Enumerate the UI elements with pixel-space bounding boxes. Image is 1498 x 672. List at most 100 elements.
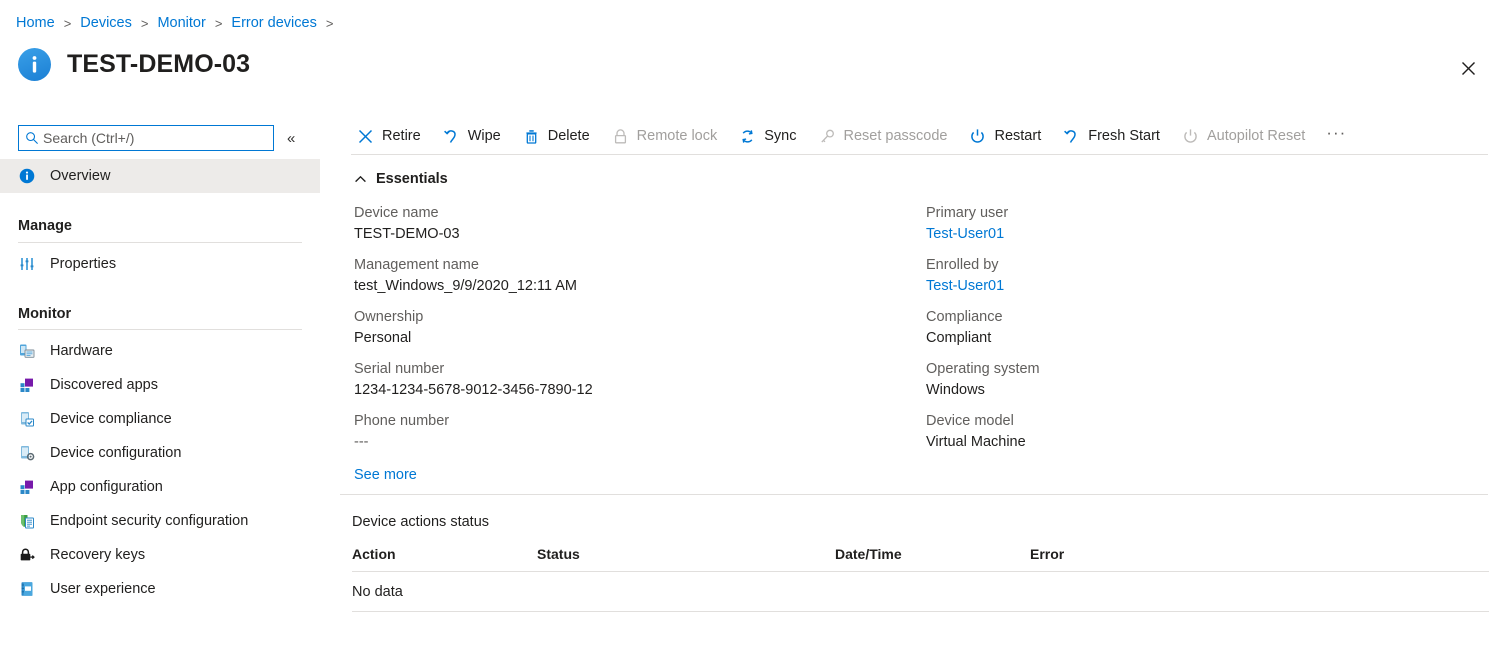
sidebar-item-label: App configuration: [50, 479, 163, 495]
main-content: Retire Wipe Delete: [338, 118, 1498, 672]
command-toolbar: Retire Wipe Delete: [338, 118, 1498, 154]
field-value: ---: [354, 432, 926, 453]
autopilot-reset-button[interactable]: Autopilot Reset: [1176, 121, 1310, 151]
info-circle-icon: [18, 167, 36, 185]
search-input[interactable]: [43, 127, 248, 149]
sidebar-item-properties[interactable]: Properties: [0, 247, 320, 281]
page-header: TEST-DEMO-03: [18, 48, 250, 81]
field-value: Personal: [354, 328, 926, 349]
sidebar-item-user-experience[interactable]: User experience: [0, 572, 320, 606]
command-label: Sync: [764, 128, 796, 144]
device-actions-table: Action Status Date/Time Error No data: [352, 546, 1489, 612]
sidebar-item-overview[interactable]: Overview: [0, 159, 320, 193]
field-label: Device name: [354, 203, 926, 224]
field-label: Serial number: [354, 359, 926, 380]
sidebar-item-label: Discovered apps: [50, 377, 158, 393]
field-ownership: Ownership Personal: [354, 307, 926, 349]
breadcrumb-item-devices[interactable]: Devices: [80, 15, 132, 31]
sidebar-group-title-monitor: Monitor: [0, 307, 320, 322]
info-circle-icon: [18, 48, 51, 81]
chevron-up-icon: [354, 173, 367, 186]
search-box[interactable]: [18, 125, 274, 151]
power-icon: [1181, 127, 1200, 146]
lock-key-icon: [18, 546, 36, 564]
column-header-error[interactable]: Error: [1030, 546, 1230, 562]
sidebar-item-label: Endpoint security configuration: [50, 513, 248, 529]
sidebar-item-label: Hardware: [50, 343, 113, 359]
field-value-link[interactable]: Test-User01: [926, 224, 1498, 245]
close-icon[interactable]: [1454, 54, 1482, 82]
notebook-icon: [18, 580, 36, 598]
field-serial-number: Serial number 1234-1234-5678-9012-3456-7…: [354, 359, 926, 401]
sidebar: « Overview Manage Properties Mo: [0, 118, 320, 672]
hardware-icon: [18, 342, 36, 360]
field-label: Device model: [926, 411, 1498, 432]
sidebar-item-hardware[interactable]: Hardware: [0, 334, 320, 368]
sync-button[interactable]: Sync: [733, 121, 801, 151]
device-gear-icon: [18, 444, 36, 462]
field-label: Operating system: [926, 359, 1498, 380]
command-label: Reset passcode: [844, 128, 948, 144]
sidebar-group-divider: [18, 329, 302, 330]
wipe-button[interactable]: Wipe: [437, 121, 506, 151]
collapse-sidebar-button[interactable]: «: [287, 131, 295, 146]
command-label: Delete: [548, 128, 590, 144]
essentials-section-toggle[interactable]: Essentials: [354, 171, 1498, 187]
device-actions-title: Device actions status: [352, 514, 1498, 530]
sidebar-item-label: Properties: [50, 256, 116, 272]
essentials-left-column: Device name TEST-DEMO-03 Management name…: [354, 203, 926, 463]
page-title: TEST-DEMO-03: [67, 50, 250, 79]
column-header-action[interactable]: Action: [352, 546, 537, 562]
device-check-icon: [18, 410, 36, 428]
sidebar-item-discovered-apps[interactable]: Discovered apps: [0, 368, 320, 402]
field-operating-system: Operating system Windows: [926, 359, 1498, 401]
sidebar-item-app-configuration[interactable]: App configuration: [0, 470, 320, 504]
breadcrumb-separator-icon: >: [64, 16, 72, 31]
essentials-right-column: Primary user Test-User01 Enrolled by Tes…: [926, 203, 1498, 463]
essentials-divider: [340, 494, 1488, 495]
breadcrumb: Home > Devices > Monitor > Error devices…: [16, 15, 342, 31]
sidebar-item-endpoint-security-configuration[interactable]: Endpoint security configuration: [0, 504, 320, 538]
sidebar-item-label: Recovery keys: [50, 547, 145, 563]
breadcrumb-item-error-devices[interactable]: Error devices: [231, 15, 316, 31]
field-label: Management name: [354, 255, 926, 276]
see-more-link[interactable]: See more: [354, 467, 417, 483]
delete-button[interactable]: Delete: [517, 121, 595, 151]
sync-icon: [738, 127, 757, 146]
field-value: Windows: [926, 380, 1498, 401]
command-label: Autopilot Reset: [1207, 128, 1305, 144]
sidebar-item-recovery-keys[interactable]: Recovery keys: [0, 538, 320, 572]
field-value: test_Windows_9/9/2020_12:11 AM: [354, 276, 926, 297]
undo-arrow-icon: [1062, 127, 1081, 146]
essentials-title: Essentials: [376, 171, 448, 187]
sidebar-item-label: Device configuration: [50, 445, 181, 461]
restart-button[interactable]: Restart: [963, 121, 1046, 151]
command-label: Wipe: [468, 128, 501, 144]
sidebar-item-label: User experience: [50, 581, 156, 597]
sidebar-group-title-manage: Manage: [0, 219, 320, 234]
field-compliance: Compliance Compliant: [926, 307, 1498, 349]
breadcrumb-item-home[interactable]: Home: [16, 15, 55, 31]
reset-passcode-button[interactable]: Reset passcode: [813, 121, 953, 151]
sidebar-item-device-compliance[interactable]: Device compliance: [0, 402, 320, 436]
retire-button[interactable]: Retire: [351, 121, 426, 151]
column-header-date-time[interactable]: Date/Time: [835, 546, 1030, 562]
breadcrumb-item-monitor[interactable]: Monitor: [157, 15, 205, 31]
field-value: Virtual Machine: [926, 432, 1498, 453]
column-header-status[interactable]: Status: [537, 546, 835, 562]
sidebar-item-device-configuration[interactable]: Device configuration: [0, 436, 320, 470]
field-value: TEST-DEMO-03: [354, 224, 926, 245]
more-commands-button[interactable]: ···: [1321, 121, 1351, 151]
field-device-name: Device name TEST-DEMO-03: [354, 203, 926, 245]
toolbar-divider: [351, 154, 1488, 155]
command-label: Restart: [994, 128, 1041, 144]
field-label: Compliance: [926, 307, 1498, 328]
sidebar-search-row: «: [0, 118, 320, 151]
field-label: Phone number: [354, 411, 926, 432]
field-value-link[interactable]: Test-User01: [926, 276, 1498, 297]
fresh-start-button[interactable]: Fresh Start: [1057, 121, 1165, 151]
key-icon: [818, 127, 837, 146]
apps-tiles-icon: [18, 478, 36, 496]
empty-state-label: No data: [352, 584, 537, 600]
remote-lock-button[interactable]: Remote lock: [606, 121, 723, 151]
